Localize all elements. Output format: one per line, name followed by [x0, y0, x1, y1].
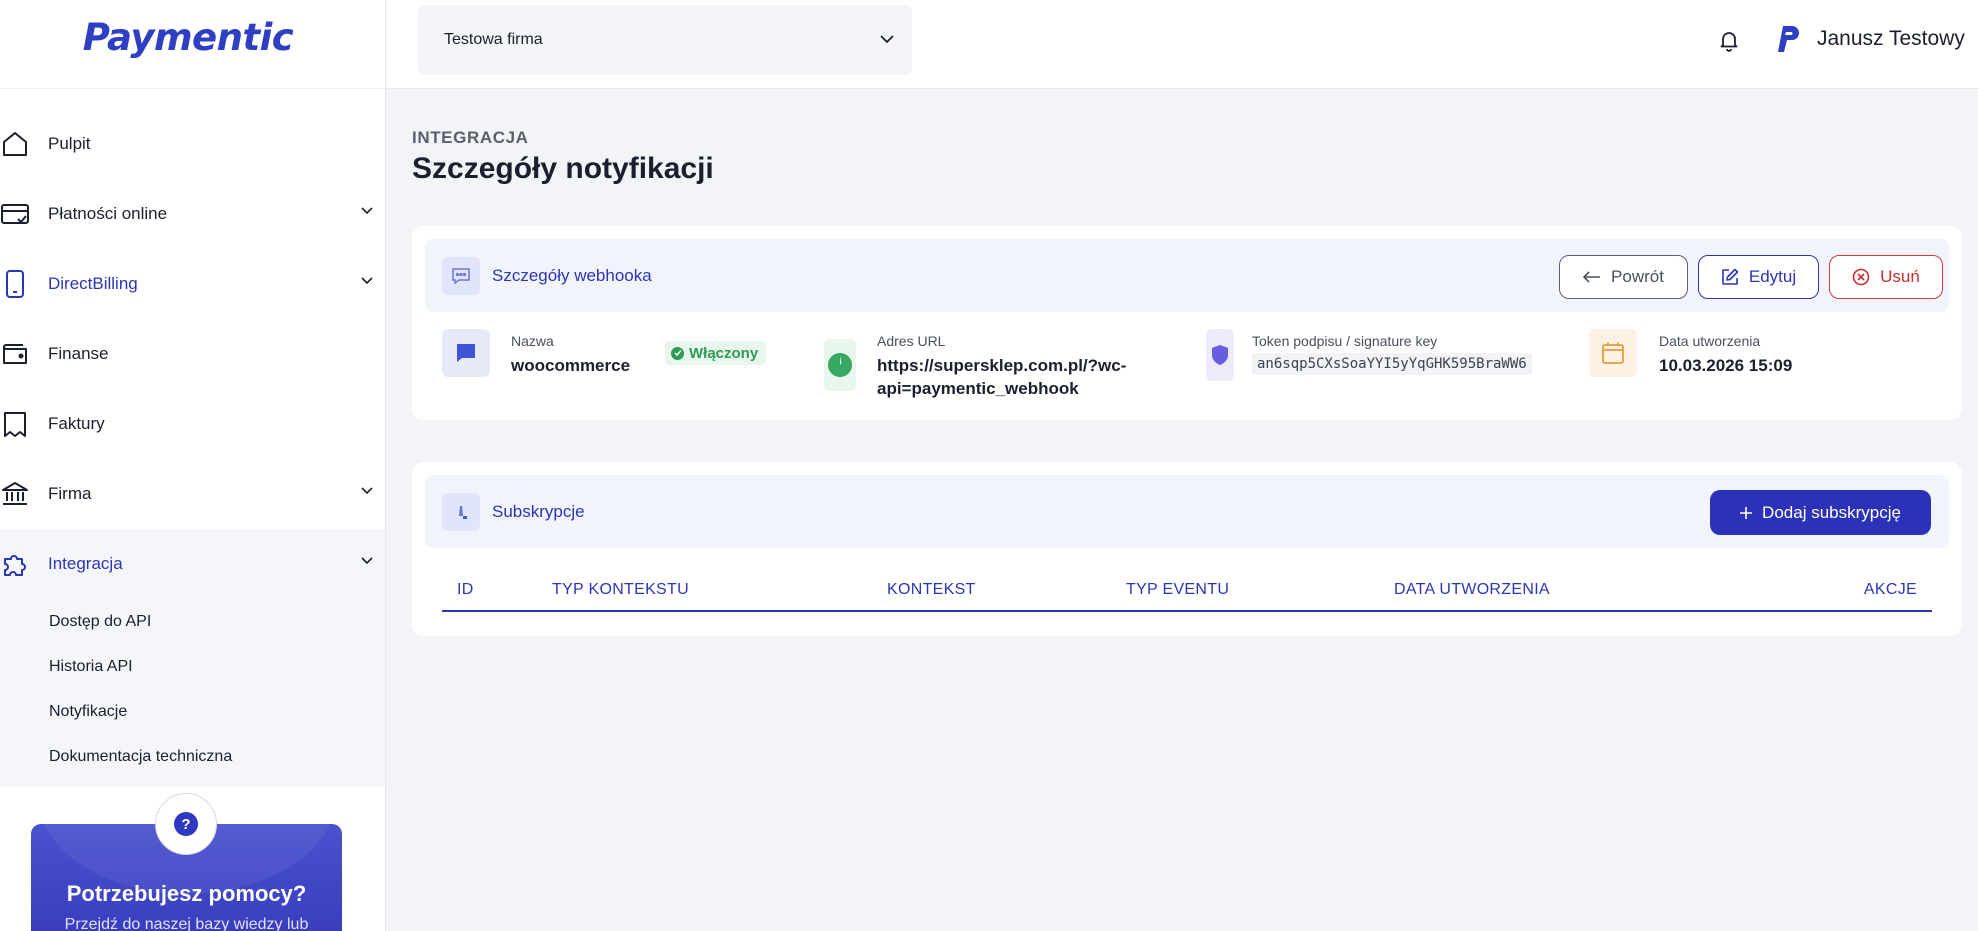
logo-area: Paymentic — [0, 0, 385, 89]
subscriptions-table-header: ID TYP KONTEKSTU KONTEKST TYP EVENTU DAT… — [442, 572, 1932, 612]
topbar: Testowa firma Janusz Testowy — [387, 0, 1978, 89]
webhook-details-card: Szczegóły webhooka Powrót Edytuj Usuń Na… — [412, 226, 1962, 420]
chevron-down-icon — [361, 557, 373, 565]
page-title: Szczegóły notyfikacji — [412, 152, 714, 185]
webhook-card-header: Szczegóły webhooka Powrót Edytuj Usuń — [425, 239, 1949, 312]
edit-button[interactable]: Edytuj — [1698, 255, 1819, 299]
column-header-kontekst[interactable]: KONTEKST — [887, 581, 976, 599]
add-subscription-button[interactable]: Dodaj subskrypcję — [1710, 490, 1931, 535]
sidebar-item-label: DirectBilling — [48, 274, 138, 293]
name-label: Nazwa — [511, 333, 554, 349]
sidebar-item-label: Firma — [48, 484, 92, 503]
help-badge: ? — [155, 793, 217, 855]
breadcrumb: INTEGRACJA — [412, 128, 529, 147]
chevron-down-icon — [361, 207, 373, 215]
sidebar-item-label: Faktury — [48, 414, 105, 433]
help-title: Potrzebujesz pomocy? — [66, 881, 307, 906]
card-icon — [0, 199, 30, 229]
sidebar-item-directbilling[interactable]: DirectBilling — [0, 249, 385, 319]
phone-icon — [0, 269, 30, 299]
sidebar-subitem-notyfikacje[interactable]: Notyfikacje — [0, 689, 385, 734]
sidebar-item-label: Integracja — [48, 554, 123, 573]
sidebar-item-platnosci-online[interactable]: Płatności online — [0, 179, 385, 249]
delete-button-label: Usuń — [1880, 267, 1920, 286]
url-value-line-1: https://supersklep.com.pl/?wc- — [877, 356, 1127, 375]
company-select-value: Testowa firma — [444, 31, 543, 48]
status-badge: Włączony — [665, 341, 767, 365]
sidebar-item-label: Pulpit — [48, 134, 91, 153]
sidebar-item-pulpit[interactable]: Pulpit — [0, 109, 385, 179]
shield-icon — [1206, 329, 1234, 381]
delete-button[interactable]: Usuń — [1829, 255, 1943, 299]
arrow-left-icon — [1583, 271, 1601, 283]
user-name[interactable]: Janusz Testowy — [1817, 27, 1965, 51]
message-icon — [442, 329, 490, 377]
back-button[interactable]: Powrót — [1559, 255, 1688, 299]
chevron-down-icon — [880, 35, 894, 44]
column-header-akcje[interactable]: AKCJE — [1864, 581, 1917, 599]
column-header-id[interactable]: ID — [457, 581, 474, 599]
company-select[interactable]: Testowa firma — [418, 5, 912, 75]
add-subscription-label: Dodaj subskrypcję — [1762, 502, 1901, 522]
subscriptions-card: Subskrypcje Dodaj subskrypcję ID TYP KON… — [412, 462, 1962, 636]
close-circle-icon — [1852, 268, 1870, 286]
sidebar-item-finanse[interactable]: Finanse — [0, 319, 385, 389]
sidebar-subitem-dostep-api[interactable]: Dostęp do API — [0, 599, 385, 644]
edit-icon — [1721, 268, 1739, 286]
sidebar-item-integracja[interactable]: Integracja — [0, 529, 385, 599]
sidebar-item-label: Finanse — [48, 344, 109, 363]
status-badge-label: Włączony — [689, 344, 759, 362]
url-value-line-2: api=paymentic_webhook — [877, 379, 1079, 398]
wallet-icon — [0, 339, 30, 369]
plus-icon — [1740, 506, 1753, 519]
column-header-typ-kontekstu[interactable]: TYP KONTEKSTU — [552, 581, 689, 599]
sidebar-item-firma[interactable]: Firma — [0, 459, 385, 529]
column-header-typ-eventu[interactable]: TYP EVENTU — [1126, 581, 1229, 599]
chevron-down-icon — [361, 277, 373, 285]
home-icon — [0, 129, 30, 159]
sidebar-nav: Pulpit Płatności online DirectBilling Fi… — [0, 89, 385, 787]
user-avatar-logo-icon[interactable] — [1775, 24, 1801, 54]
question-icon: ? — [174, 812, 198, 836]
sidebar-subitem-historia-api[interactable]: Historia API — [0, 644, 385, 689]
compass-icon — [824, 339, 856, 391]
sidebar-group-integracja: Integracja Dostęp do API Historia API No… — [0, 529, 385, 787]
puzzle-icon — [0, 549, 30, 579]
logo[interactable]: Paymentic — [83, 16, 294, 59]
subscriptions-card-title: Subskrypcje — [492, 502, 585, 521]
edit-button-label: Edytuj — [1748, 267, 1797, 286]
chevron-down-icon — [361, 487, 373, 495]
bell-icon[interactable] — [1717, 28, 1741, 52]
chat-icon — [442, 257, 480, 295]
back-button-label: Powrót — [1611, 267, 1664, 286]
sidebar-subitem-dokumentacja[interactable]: Dokumentacja techniczna — [0, 734, 385, 779]
subscription-icon — [442, 493, 480, 531]
receipt-icon — [0, 409, 30, 439]
check-circle-icon — [671, 346, 684, 360]
url-label: Adres URL — [877, 333, 946, 349]
subscriptions-card-header: Subskrypcje Dodaj subskrypcję — [425, 475, 1949, 548]
token-value: an6sqp5CXsSoaYYI5yYqGHK595BraWW6 — [1252, 353, 1532, 375]
calendar-icon — [1589, 329, 1637, 377]
sidebar-item-label: Płatności online — [48, 204, 168, 223]
name-value: woocommerce — [511, 356, 631, 375]
date-value: 10.03.2026 15:09 — [1659, 356, 1793, 375]
sidebar-item-faktury[interactable]: Faktury — [0, 389, 385, 459]
bank-icon — [0, 479, 30, 509]
webhook-card-title: Szczegóły webhooka — [492, 266, 652, 285]
date-label: Data utworzenia — [1659, 333, 1761, 349]
column-header-data-utworzenia[interactable]: DATA UTWORZENIA — [1394, 581, 1550, 599]
help-subtitle: Przejdź do naszej bazy wiedzy lub — [64, 916, 309, 931]
sidebar: Paymentic Pulpit Płatności online Direct… — [0, 0, 386, 931]
token-label: Token podpisu / signature key — [1252, 333, 1438, 349]
